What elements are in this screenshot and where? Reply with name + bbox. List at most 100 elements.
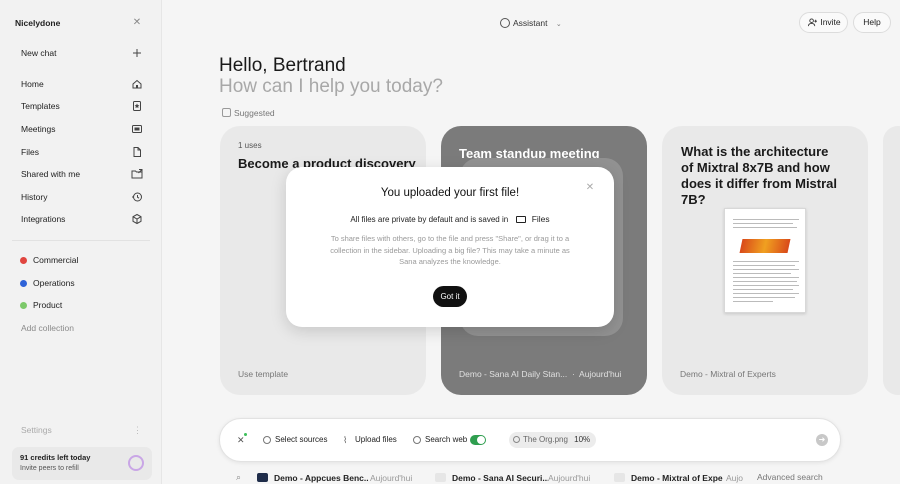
history-icon <box>132 192 142 202</box>
globe-icon <box>413 436 421 444</box>
status-dot <box>244 433 247 436</box>
doc-line <box>733 281 797 282</box>
credits-count: 91 credits left today <box>20 453 91 462</box>
collection-label: Product <box>33 300 63 310</box>
files-link[interactable]: Files <box>532 214 550 224</box>
new-chat-button[interactable]: New chat <box>21 45 143 61</box>
collection-product[interactable]: Product <box>20 297 62 313</box>
help-button[interactable]: Help <box>853 12 891 33</box>
sidebar-item-meetings[interactable]: Meetings <box>21 121 143 137</box>
suggestion-card-partial[interactable] <box>883 126 900 395</box>
credits-ring-icon <box>128 455 144 471</box>
got-it-button[interactable]: Got it <box>433 286 467 307</box>
add-collection-button[interactable]: Add collection <box>21 320 74 336</box>
document-thumbnail <box>724 208 806 313</box>
suggested-text: Suggested <box>234 108 275 118</box>
sidebar-item-files[interactable]: Files <box>21 144 143 160</box>
suggested-label: Suggested <box>222 107 275 119</box>
close-sidebar-icon[interactable]: ✕ <box>131 17 143 29</box>
select-sources-label: Select sources <box>275 435 328 444</box>
card-footer: Demo - Sana AI Daily Stan... · Aujourd'h… <box>459 369 621 379</box>
chat-composer[interactable]: ✕ Select sources ⌇ Upload files Search w… <box>219 418 841 462</box>
doc-line <box>733 273 791 274</box>
attachment-name: The Org.png <box>523 435 568 444</box>
advanced-search-link[interactable]: Advanced search <box>757 472 823 482</box>
recent-item[interactable]: Demo - Mixtral of Expe... Aujo <box>614 472 750 484</box>
sidebar-item-shared-with-me[interactable]: Shared with me <box>21 166 143 182</box>
search-web-button[interactable]: Search web <box>413 434 467 446</box>
dialog-info-line: All files are private by default and is … <box>286 214 614 224</box>
card-source: Demo - Sana AI Daily Stan... <box>459 369 568 379</box>
sidebar-item-label: Templates <box>21 101 60 111</box>
card-date: Aujourd'hui <box>579 369 622 379</box>
send-arrow-icon[interactable]: ➜ <box>816 434 828 446</box>
card-footer[interactable]: Use template <box>238 369 288 379</box>
file-icon <box>133 147 141 157</box>
doc-line <box>733 227 797 228</box>
meetings-icon <box>132 125 142 133</box>
close-icon[interactable]: ✕ <box>237 435 245 446</box>
suggestion-card-question[interactable]: What is the architecture of Mixtral 8x7B… <box>662 126 868 395</box>
upload-success-dialog: ✕ You uploaded your first file! All file… <box>286 167 614 327</box>
doc-line <box>733 277 799 278</box>
sidebar-item-label: Integrations <box>21 214 66 224</box>
recent-name: Demo - Sana AI Securi... <box>452 473 548 483</box>
sidebar-item-label: Shared with me <box>21 169 81 179</box>
collection-operations[interactable]: Operations <box>20 275 75 291</box>
templates-icon <box>133 101 141 111</box>
sidebar-item-templates[interactable]: Templates <box>21 98 143 114</box>
invite-label: Invite <box>820 17 841 27</box>
dialog-description: To share files with others, go to the fi… <box>330 234 570 266</box>
recent-item[interactable]: Demo - Sana AI Securi... Aujourd'hui <box>435 472 595 484</box>
greeting-subtitle: How can I help you today? <box>219 76 443 97</box>
suggested-icon <box>222 108 231 117</box>
collection-label: Operations <box>33 278 75 288</box>
doc-title-art <box>739 239 791 253</box>
recent-thumbnail <box>435 473 446 482</box>
greeting-title: Hello, Bertrand <box>219 55 346 76</box>
credits-panel[interactable]: 91 credits left today Invite peers to re… <box>12 447 152 480</box>
doc-line <box>733 219 799 220</box>
recent-thumbnail <box>257 473 268 482</box>
home-icon <box>132 79 142 89</box>
assistant-selector[interactable]: Assistant ⌄ <box>500 16 562 30</box>
shared-folder-icon <box>131 169 143 179</box>
plus-icon <box>133 49 141 57</box>
card-title: What is the architecture of Mixtral 8x7B… <box>681 144 838 207</box>
sidebar-item-label: Home <box>21 79 44 89</box>
sidebar-item-home[interactable]: Home <box>21 76 143 92</box>
search-web-toggle[interactable] <box>470 435 486 445</box>
dialog-info-text: All files are private by default and is … <box>350 215 509 224</box>
sidebar-item-label: Meetings <box>21 124 56 134</box>
recent-date: Aujourd'hui <box>548 473 591 483</box>
uploading-icon <box>513 436 520 443</box>
doc-line <box>733 269 799 270</box>
recent-date: Aujourd'hui <box>370 473 413 483</box>
sidebar-item-history[interactable]: History <box>21 189 143 205</box>
recent-date: Aujo <box>726 473 744 483</box>
search-icon[interactable]: ⌕ <box>236 472 241 483</box>
sidebar-item-integrations[interactable]: Integrations <box>21 211 143 227</box>
select-sources-button[interactable]: Select sources <box>263 434 327 446</box>
upload-files-button[interactable]: ⌇ Upload files <box>343 434 397 446</box>
assistant-label: Assistant <box>513 18 548 28</box>
collection-commercial[interactable]: Commercial <box>20 252 78 268</box>
more-options-icon[interactable]: ⋮ <box>133 422 142 438</box>
paperclip-icon: ⌇ <box>343 435 348 445</box>
doc-line <box>733 223 793 224</box>
assistant-icon <box>500 18 510 28</box>
recent-thumbnail <box>614 473 625 482</box>
recent-item[interactable]: Demo - Appcues Benc... Aujourd'hui <box>257 472 425 484</box>
chevron-down-icon: ⌄ <box>555 21 562 28</box>
dialog-title: You uploaded your first file! <box>380 187 520 199</box>
doc-line <box>733 297 795 298</box>
credits-hint: Invite peers to refill <box>20 465 79 472</box>
invite-button[interactable]: Invite <box>799 12 848 33</box>
sidebar-item-label: Files <box>21 147 39 157</box>
workspace-name[interactable]: Nicelydone <box>15 18 60 28</box>
doc-line <box>733 293 799 294</box>
attachment-chip[interactable]: The Org.png 10% <box>509 432 597 448</box>
settings-link[interactable]: Settings <box>21 422 52 438</box>
doc-line <box>733 261 799 262</box>
integrations-cube-icon <box>132 213 142 225</box>
